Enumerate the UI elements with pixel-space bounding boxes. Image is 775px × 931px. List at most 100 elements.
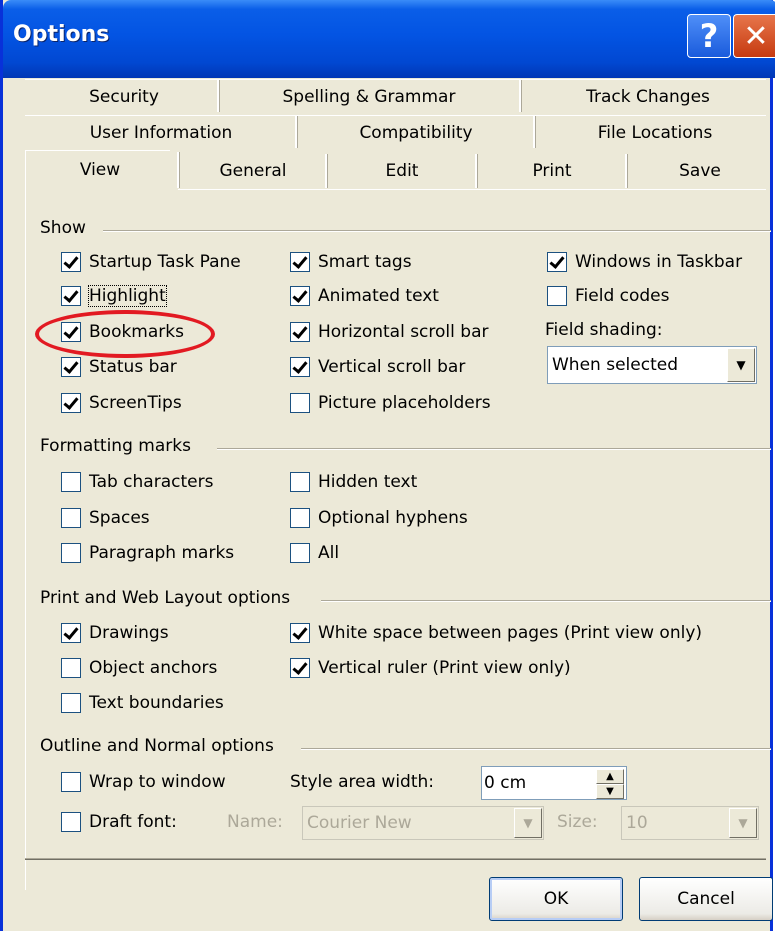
style-area-width-input[interactable]: 0 cm ▲ ▼	[481, 766, 627, 800]
checkbox-all[interactable]: All	[290, 543, 339, 563]
checkbox-box[interactable]	[61, 693, 81, 713]
checkbox-tab-characters[interactable]: Tab characters	[61, 472, 213, 492]
checkbox-hidden-text[interactable]: Hidden text	[290, 472, 417, 492]
title-bar[interactable]: Options ? ✕	[3, 0, 775, 78]
tab-security[interactable]: Security	[31, 80, 217, 114]
field-shading-label: Field shading:	[545, 320, 663, 340]
checkbox-picture-placeholders[interactable]: Picture placeholders	[290, 393, 491, 413]
checkbox-box[interactable]	[61, 543, 81, 563]
checkbox-box[interactable]	[61, 252, 81, 272]
close-button[interactable]: ✕	[733, 14, 775, 58]
group-title-print-web: Print and Web Layout options	[40, 588, 299, 608]
checkbox-spaces[interactable]: Spaces	[61, 508, 150, 528]
checkbox-box[interactable]	[290, 508, 310, 528]
checkbox-horizontal-scroll-bar[interactable]: Horizontal scroll bar	[290, 322, 488, 342]
checkbox-label: Text boundaries	[89, 693, 224, 713]
checkbox-field-codes[interactable]: Field codes	[547, 286, 670, 306]
checkbox-box[interactable]	[290, 658, 310, 678]
font-size-value: 10	[626, 813, 648, 833]
tab-edit[interactable]: Edit	[329, 154, 475, 188]
checkbox-status-bar[interactable]: Status bar	[61, 357, 177, 377]
field-shading-select[interactable]: When selected ▼	[547, 346, 757, 384]
checkbox-label: Windows in Taskbar	[575, 252, 743, 272]
checkbox-box[interactable]	[61, 472, 81, 492]
font-name-label: Name:	[227, 812, 283, 832]
checkbox-box[interactable]	[290, 357, 310, 377]
tab-save[interactable]: Save	[629, 154, 771, 188]
spin-up-icon[interactable]: ▲	[596, 769, 624, 784]
tab-print[interactable]: Print	[479, 154, 625, 188]
checkbox-box[interactable]	[547, 252, 567, 272]
checkbox-box[interactable]	[61, 393, 81, 413]
panel-left-line	[25, 150, 26, 890]
checkbox-box[interactable]	[290, 322, 310, 342]
checkbox-smart-tags[interactable]: Smart tags	[290, 252, 412, 272]
checkbox-label: Field codes	[575, 286, 670, 306]
checkbox-box[interactable]	[290, 286, 310, 306]
checkbox-paragraph-marks[interactable]: Paragraph marks	[61, 543, 234, 563]
dropdown-arrow-icon[interactable]: ▼	[727, 348, 755, 382]
help-button[interactable]: ?	[687, 14, 731, 58]
checkbox-box[interactable]	[290, 252, 310, 272]
checkbox-box[interactable]	[290, 543, 310, 563]
tab-view[interactable]: View	[25, 150, 175, 190]
panel-bottom-line	[25, 858, 766, 860]
tab-track-changes[interactable]: Track Changes	[523, 80, 773, 114]
tab-divider	[177, 152, 180, 188]
checkbox-box[interactable]	[290, 393, 310, 413]
checkbox-box[interactable]	[61, 623, 81, 643]
checkbox-animated-text[interactable]: Animated text	[290, 286, 439, 306]
checkbox-label: Highlight	[88, 285, 167, 307]
tab-compatibility[interactable]: Compatibility	[299, 116, 533, 150]
checkbox-label: Vertical ruler (Print view only)	[318, 658, 571, 678]
tab-divider	[625, 154, 628, 188]
checkbox-label: Picture placeholders	[318, 393, 491, 413]
checkbox-highlight[interactable]: Highlight	[61, 285, 167, 307]
group-title-formatting: Formatting marks	[40, 436, 199, 456]
checkbox-box[interactable]	[61, 286, 81, 306]
checkbox-wrap-to-window[interactable]: Wrap to window	[61, 772, 226, 792]
checkbox-white-space-between-pages[interactable]: White space between pages (Print view on…	[290, 623, 702, 643]
checkbox-draft-font[interactable]: Draft font:	[61, 812, 177, 832]
checkbox-label: Spaces	[89, 508, 150, 528]
checkbox-screentips[interactable]: ScreenTips	[61, 393, 182, 413]
checkbox-box[interactable]	[290, 623, 310, 643]
checkbox-label: Startup Task Pane	[89, 252, 241, 272]
checkbox-vertical-scroll-bar[interactable]: Vertical scroll bar	[290, 357, 465, 377]
spin-down-icon[interactable]: ▼	[596, 784, 624, 799]
checkbox-label: Optional hyphens	[318, 508, 468, 528]
checkbox-object-anchors[interactable]: Object anchors	[61, 658, 217, 678]
checkbox-box[interactable]	[290, 472, 310, 492]
checkbox-windows-in-taskbar[interactable]: Windows in Taskbar	[547, 252, 742, 272]
cancel-button[interactable]: Cancel	[639, 877, 773, 921]
tab-divider	[475, 154, 478, 188]
checkbox-drawings[interactable]: Drawings	[61, 623, 169, 643]
checkbox-vertical-ruler[interactable]: Vertical ruler (Print view only)	[290, 658, 571, 678]
highlight-ring	[35, 310, 215, 358]
tab-file-locations[interactable]: File Locations	[537, 116, 773, 150]
font-name-value: Courier New	[307, 813, 412, 833]
checkbox-box[interactable]	[61, 508, 81, 528]
checkbox-box[interactable]	[61, 658, 81, 678]
checkbox-label: Smart tags	[318, 252, 412, 272]
tab-general[interactable]: General	[181, 154, 325, 188]
group-title-outline: Outline and Normal options	[40, 736, 282, 756]
checkbox-label: Drawings	[89, 623, 169, 643]
checkbox-startup-task-pane[interactable]: Startup Task Pane	[61, 252, 241, 272]
tab-row-line	[25, 79, 766, 80]
ok-button[interactable]: OK	[489, 877, 623, 921]
tab-divider	[533, 116, 536, 148]
font-size-select: 10 ▼	[621, 806, 759, 840]
tab-user-information[interactable]: User Information	[27, 116, 295, 150]
checkbox-optional-hyphens[interactable]: Optional hyphens	[290, 508, 468, 528]
checkbox-box[interactable]	[61, 812, 81, 832]
checkbox-box[interactable]	[547, 286, 567, 306]
tab-spelling-grammar[interactable]: Spelling & Grammar	[221, 80, 517, 114]
checkbox-label: Status bar	[89, 357, 177, 377]
checkbox-box[interactable]	[61, 772, 81, 792]
font-size-label: Size:	[557, 812, 598, 832]
checkbox-box[interactable]	[61, 357, 81, 377]
checkbox-label: Object anchors	[89, 658, 218, 678]
style-area-width-value: 0 cm	[484, 773, 527, 793]
checkbox-text-boundaries[interactable]: Text boundaries	[61, 693, 224, 713]
